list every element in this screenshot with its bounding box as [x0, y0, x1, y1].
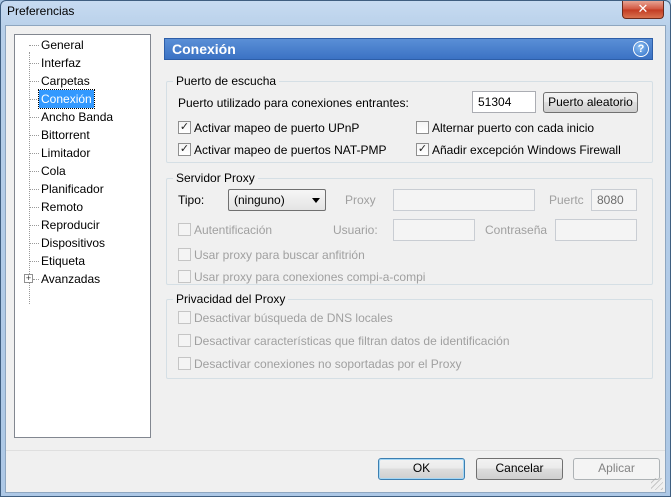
- proxy-type-value: (ninguno): [234, 193, 285, 207]
- proxy-host-input[interactable]: [393, 189, 535, 211]
- type-label: Tipo:: [178, 193, 205, 207]
- window-title: Preferencias: [7, 4, 75, 18]
- preferences-window: Preferencias ✕ General Interfaz Carpetas…: [0, 0, 671, 497]
- tree-item-label: Planificador: [41, 182, 104, 196]
- auth-checkbox[interactable]: [178, 223, 191, 236]
- tree-item-label: Bittorrent: [41, 128, 90, 142]
- dns-label[interactable]: Desactivar búsqueda de DNS locales: [194, 311, 393, 325]
- tree-item-label: Conexión: [38, 89, 95, 109]
- unsupported-label[interactable]: Desactivar conexiones no soportadas por …: [194, 357, 461, 371]
- panel-title: Conexión: [172, 41, 236, 57]
- tree-item-label: Ancho Banda: [41, 110, 114, 124]
- proxy-port-label: Puertc: [549, 193, 584, 207]
- expand-icon[interactable]: +: [24, 274, 33, 283]
- tree-item-label: Etiqueta: [41, 254, 86, 268]
- firewall-label[interactable]: Añadir excepción Windows Firewall: [432, 143, 621, 157]
- apply-button[interactable]: Aplicar: [573, 458, 660, 480]
- identify-label[interactable]: Desactivar características que filtran d…: [194, 334, 510, 348]
- proxy-p2p-checkbox[interactable]: [178, 270, 191, 283]
- proxy-privacy-group: Privacidad del Proxy Desactivar búsqueda…: [166, 292, 653, 379]
- user-label: Usuario:: [333, 223, 378, 237]
- tree-item-label: Interfaz: [41, 56, 82, 70]
- port-label: Puerto utilizado para conexiones entrant…: [178, 96, 409, 110]
- group-title: Puerto de escucha: [173, 74, 280, 88]
- title-bar[interactable]: Preferencias ✕: [1, 1, 670, 23]
- group-title: Privacidad del Proxy: [173, 292, 289, 306]
- proxy-server-group: Servidor Proxy Tipo: (ninguno) Proxy Pue…: [166, 171, 653, 285]
- panel-header: Conexión ?: [164, 38, 653, 60]
- password-label: Contraseña: [485, 223, 548, 237]
- alternate-port-label[interactable]: Alternar puerto con cada inicio: [432, 121, 594, 135]
- proxy-p2p-label[interactable]: Usar proxy para conexiones compi-a-compi: [194, 270, 425, 284]
- group-title: Servidor Proxy: [173, 171, 258, 185]
- tree-item-label: Limitador: [41, 146, 91, 160]
- footer-divider: [6, 450, 665, 451]
- close-icon[interactable]: ✕: [622, 1, 664, 19]
- port-input[interactable]: 51304: [472, 91, 536, 113]
- resize-grip-icon[interactable]: [651, 478, 663, 490]
- firewall-checkbox[interactable]: ✓: [416, 143, 429, 156]
- natpmp-checkbox[interactable]: ✓: [178, 143, 191, 156]
- random-port-button[interactable]: Puerto aleatorio: [543, 92, 638, 113]
- upnp-checkbox[interactable]: ✓: [178, 121, 191, 134]
- identify-checkbox[interactable]: [178, 334, 191, 347]
- proxy-port-input[interactable]: 8080: [591, 189, 637, 211]
- alternate-port-checkbox[interactable]: [416, 121, 429, 134]
- tree-item-label: Remoto: [41, 200, 84, 214]
- tree-item-label: Reproducir: [41, 218, 100, 232]
- tree-connector-line: [29, 52, 30, 304]
- proxy-hostname-label[interactable]: Usar proxy para buscar anfitrión: [194, 248, 365, 262]
- proxy-label: Proxy: [345, 193, 376, 207]
- natpmp-label[interactable]: Activar mapeo de puertos NAT-PMP: [194, 143, 387, 157]
- category-tree[interactable]: General Interfaz Carpetas Conexión Ancho…: [14, 34, 151, 438]
- unsupported-checkbox[interactable]: [178, 357, 191, 370]
- tree-item-label: Avanzadas: [41, 272, 101, 286]
- help-icon[interactable]: ?: [633, 41, 649, 57]
- password-input[interactable]: [555, 219, 637, 241]
- proxy-type-select[interactable]: (ninguno): [228, 189, 326, 211]
- tree-item-label: Cola: [41, 164, 66, 178]
- cancel-button[interactable]: Cancelar: [476, 458, 563, 480]
- ok-button[interactable]: OK: [378, 458, 465, 480]
- chevron-down-icon: [312, 198, 320, 203]
- tree-item-label: Carpetas: [41, 74, 90, 88]
- tree-item-label: Dispositivos: [41, 236, 106, 250]
- tree-item-label: General: [41, 38, 84, 52]
- user-input[interactable]: [393, 219, 475, 241]
- dialog-body: General Interfaz Carpetas Conexión Ancho…: [5, 25, 666, 493]
- listening-port-group: Puerto de escucha Puerto utilizado para …: [166, 74, 653, 163]
- upnp-label[interactable]: Activar mapeo de puerto UPnP: [194, 121, 359, 135]
- dns-checkbox[interactable]: [178, 311, 191, 324]
- auth-label[interactable]: Autentificación: [194, 223, 272, 237]
- proxy-hostname-checkbox[interactable]: [178, 248, 191, 261]
